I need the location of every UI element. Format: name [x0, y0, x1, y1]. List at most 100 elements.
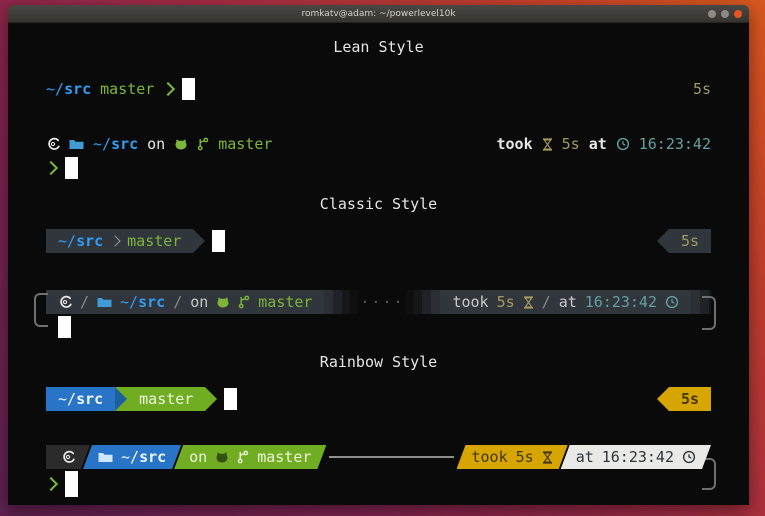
segment-separator-icon [109, 235, 120, 246]
terminal-cursor [65, 471, 78, 497]
classic-full-prompt: / ~/src / on [8, 290, 749, 340]
git-branch-icon [237, 450, 249, 464]
dir-prefix: ~/ [120, 293, 138, 311]
hourglass-icon [542, 451, 553, 464]
current-directory: ~/src [93, 135, 138, 153]
powerline-arrow-icon [657, 229, 669, 253]
git-branch: master [258, 293, 312, 311]
classic-short-prompt: ~/src master 5s [8, 229, 749, 253]
prompt-chevron-icon [44, 477, 58, 491]
powerline-arrow-icon [205, 387, 217, 411]
at-label: at [589, 135, 607, 153]
git-branch: master [257, 448, 311, 466]
dir-prefix: ~/ [58, 232, 76, 250]
terminal-window: romkatv@adam: ~/powerlevel10k Lean Style… [8, 5, 749, 505]
prompt-chevron-icon [44, 161, 58, 175]
window-controls [708, 10, 742, 18]
segment-fade [324, 290, 358, 314]
powerline-arrow-icon [115, 387, 127, 411]
current-directory: ~/src [58, 390, 103, 408]
gap-filler-line [329, 456, 453, 458]
prompt-chevron-icon [161, 82, 175, 96]
terminal-screen[interactable]: Lean Style ~/src master 5s [8, 23, 749, 505]
hourglass-icon [542, 138, 553, 151]
folder-icon [69, 138, 84, 150]
github-octocat-icon [215, 451, 229, 464]
slash-separator: / [80, 293, 89, 311]
dir-prefix: ~/ [46, 80, 64, 98]
git-segment: on master [174, 445, 326, 469]
dir-prefix: ~/ [121, 448, 139, 466]
close-button[interactable] [734, 10, 742, 18]
git-branch: master [218, 135, 272, 153]
dir-name: src [139, 448, 166, 466]
on-label: on [147, 135, 165, 153]
command-duration: 5s [562, 135, 580, 153]
git-branch: master [139, 390, 193, 408]
os-logo-icon [58, 295, 72, 309]
rainbow-full-prompt: ~/src on master took [8, 445, 749, 499]
command-duration: 5s [693, 80, 711, 98]
at-label: at [576, 448, 594, 466]
github-octocat-icon [216, 296, 230, 309]
prompt-frame-right [702, 296, 716, 330]
rainbow-style-heading: Rainbow Style [8, 352, 749, 372]
current-directory: ~/src [46, 80, 91, 98]
git-branch: master [100, 80, 154, 98]
slash-separator: / [173, 293, 182, 311]
terminal-cursor [58, 316, 71, 338]
current-time: 16:23:42 [585, 293, 657, 311]
took-label: took [452, 293, 488, 311]
dir-name: src [76, 390, 103, 408]
powerline-arrow-icon [657, 387, 669, 411]
took-label: took [497, 135, 533, 153]
window-title: romkatv@adam: ~/powerlevel10k [301, 9, 455, 19]
section-title: Lean Style [333, 38, 423, 56]
directory-segment: ~/src [83, 445, 181, 469]
lean-full-prompt: ~/src on master took [8, 134, 749, 180]
command-duration: 5s [497, 293, 515, 311]
current-directory: ~/src [121, 448, 166, 466]
dir-name: src [64, 80, 91, 98]
on-label: on [190, 293, 208, 311]
window-titlebar[interactable]: romkatv@adam: ~/powerlevel10k [8, 5, 749, 23]
segment-fade [406, 290, 440, 314]
clock-icon [682, 450, 696, 464]
command-duration: 5s [516, 448, 534, 466]
powerline-arrow-icon [193, 229, 205, 253]
command-duration: 5s [681, 232, 699, 250]
dir-name: src [138, 293, 165, 311]
terminal-cursor [65, 157, 78, 179]
os-logo-icon [61, 450, 75, 464]
git-branch: master [127, 232, 181, 250]
current-directory: ~/src [120, 293, 165, 311]
prompt-frame-left [34, 293, 48, 327]
at-label: at [559, 293, 577, 311]
dir-prefix: ~/ [93, 135, 111, 153]
github-octocat-icon [174, 138, 188, 151]
dir-name: src [76, 232, 103, 250]
time-segment: at 16:23:42 [561, 445, 711, 469]
command-duration: 5s [681, 390, 699, 408]
terminal-cursor [182, 78, 195, 100]
os-logo-icon [46, 137, 60, 151]
dir-name: src [111, 135, 138, 153]
current-directory: ~/src [58, 232, 103, 250]
gap-filler-dots: ···· [360, 293, 404, 311]
current-time: 16:23:42 [639, 135, 711, 153]
os-segment [46, 445, 90, 469]
slash-separator: / [542, 293, 551, 311]
git-branch-icon [238, 295, 250, 309]
desktop-wallpaper: romkatv@adam: ~/powerlevel10k Lean Style… [0, 0, 765, 516]
lean-short-prompt: ~/src master 5s [8, 77, 749, 101]
clock-icon [665, 295, 679, 309]
classic-style-heading: Classic Style [8, 194, 749, 214]
on-label: on [189, 448, 207, 466]
maximize-button[interactable] [721, 10, 729, 18]
folder-icon [98, 451, 113, 463]
minimize-button[interactable] [708, 10, 716, 18]
git-branch-icon [197, 137, 209, 151]
dir-prefix: ~/ [58, 390, 76, 408]
hourglass-icon [523, 296, 534, 309]
terminal-cursor [212, 230, 225, 252]
